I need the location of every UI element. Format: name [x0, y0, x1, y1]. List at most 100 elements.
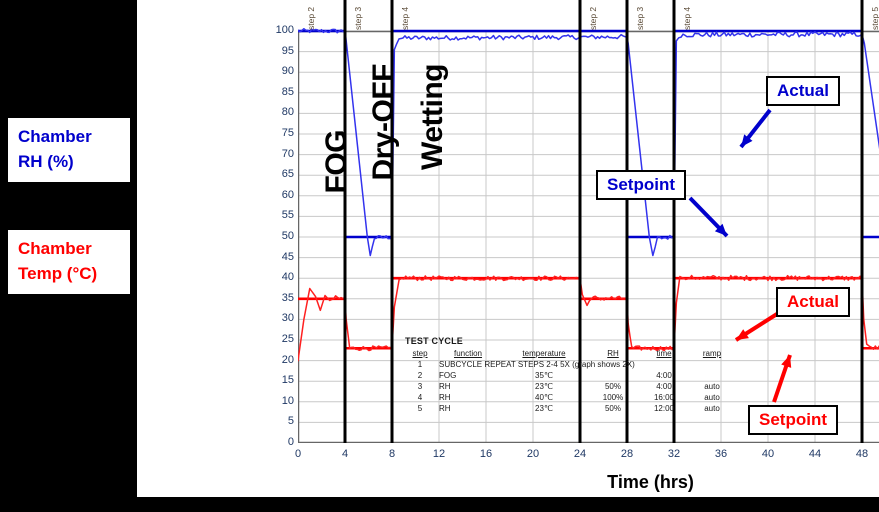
- cell-temperature: 40℃: [535, 393, 553, 402]
- x-tick-label: 4: [341, 448, 349, 460]
- cell-subcycle-note: SUBCYCLE REPEAT STEPS 2-4 5X (graph show…: [439, 360, 635, 369]
- y-tick-label: 20: [281, 353, 294, 366]
- x-tick-label: 12: [432, 448, 446, 460]
- legend-chamber-rh: Chamber RH (%): [8, 118, 130, 182]
- callout-blue-setpoint: Setpoint: [596, 170, 686, 200]
- y-tick-label: 30: [281, 312, 294, 325]
- cell-step: 1: [417, 360, 423, 369]
- x-tick-label: 24: [573, 448, 587, 460]
- cell-function: RH: [439, 393, 451, 402]
- cell-function: RH: [439, 404, 451, 413]
- test-cycle-row: 5 RH 23℃ 50% 12:00 auto: [405, 403, 735, 414]
- x-tick-label: 48: [855, 448, 869, 460]
- y-tick-label: 55: [281, 209, 294, 222]
- cell-rh: 50%: [604, 404, 621, 413]
- y-tick-label: 80: [281, 106, 294, 119]
- cell-temperature: 35℃: [535, 371, 553, 380]
- cell-temperature: 23℃: [535, 382, 553, 391]
- y-tick-label: 75: [281, 127, 294, 139]
- step-marker-label: step 2: [306, 6, 316, 30]
- test-cycle-title: TEST CYCLE: [405, 336, 464, 346]
- legend-chamber-temp-line2: Temp (°C): [18, 264, 98, 283]
- y-tick-label: 0: [287, 436, 294, 448]
- th-temperature: temperature: [522, 349, 566, 358]
- test-cycle-row: 2 FOG 35℃ 4:00: [405, 370, 735, 381]
- cell-rh: 100%: [602, 393, 624, 402]
- cell-temperature: 23℃: [535, 404, 553, 413]
- x-tick-label: 8: [388, 448, 396, 460]
- th-rh: RH: [607, 349, 619, 358]
- legend-chamber-temp: Chamber Temp (°C): [8, 230, 130, 294]
- x-axis-ticks: 04812162024283236404448525660: [137, 448, 879, 470]
- y-tick-label: 5: [287, 415, 294, 428]
- phase-label: Wetting: [415, 63, 449, 170]
- y-tick-label: 100: [275, 24, 294, 36]
- callout-red-actual: Actual: [776, 287, 850, 317]
- y-tick-label: 15: [281, 374, 294, 387]
- y-tick-label: 70: [281, 147, 294, 160]
- cell-rh: 50%: [604, 382, 621, 391]
- screenshot-root: Chamber RH (%) Chamber Temp (°C) 0 5 10 15 2…: [0, 0, 879, 512]
- y-tick-label: 45: [281, 250, 294, 263]
- y-axis-ticks: 0 5 10 15 20 25 30 35 40 45 50 55 60 65 70 75 80 85 90 95 10…: [266, 0, 294, 497]
- phase-label: FOG: [320, 129, 354, 194]
- cell-function: RH: [439, 382, 451, 391]
- step-marker-label: step 3: [353, 6, 363, 30]
- y-tick-label: 35: [281, 291, 294, 304]
- y-tick-label: 90: [281, 65, 294, 78]
- th-step: step: [412, 349, 428, 358]
- cell-step: 4: [417, 393, 423, 402]
- cell-time: 4:00: [656, 371, 672, 380]
- legend-chamber-rh-line2: RH (%): [18, 152, 74, 171]
- legend-chamber-temp-line1: Chamber: [18, 239, 92, 259]
- test-cycle-table: TEST CYCLE step function temperature RH …: [405, 336, 735, 414]
- cell-ramp: auto: [704, 393, 720, 402]
- y-tick-label: 25: [281, 333, 294, 345]
- cell-time: 12:00: [653, 404, 675, 413]
- x-tick-label: 0: [294, 448, 302, 460]
- cell-rh: [587, 370, 639, 381]
- cell-ramp: auto: [704, 404, 720, 413]
- y-tick-label: 65: [281, 168, 294, 181]
- x-tick-label: 40: [761, 448, 775, 460]
- phase-label: Dry-OFF: [367, 63, 401, 181]
- cell-step: 2: [417, 371, 423, 380]
- y-tick-label: 85: [281, 85, 294, 98]
- cell-time: 16:00: [653, 393, 675, 402]
- step-marker-label: step 5: [870, 6, 879, 30]
- test-cycle-row: 3 RH 23℃ 50% 4:00 auto: [405, 381, 735, 392]
- y-tick-label: 40: [281, 271, 294, 284]
- step-marker-label: step 4: [400, 6, 410, 30]
- step-marker-label: step 3: [635, 6, 645, 30]
- callout-blue-actual: Actual: [766, 76, 840, 106]
- y-tick-label: 50: [281, 230, 294, 242]
- x-tick-label: 32: [667, 448, 681, 460]
- y-tick-label: 10: [281, 394, 294, 407]
- test-cycle-row: 4 RH 40℃ 100% 16:00 auto: [405, 392, 735, 403]
- cell-ramp: [689, 370, 735, 381]
- cell-function: FOG: [439, 371, 457, 380]
- x-tick-label: 16: [479, 448, 493, 460]
- test-cycle-body: 1 SUBCYCLE REPEAT STEPS 2-4 5X (graph sho…: [405, 359, 735, 414]
- th-function: function: [453, 349, 483, 358]
- test-cycle-header-row: step function temperature RH time ramp: [405, 349, 735, 359]
- legend-chamber-rh-line1: Chamber: [18, 127, 92, 147]
- cell-step: 3: [417, 382, 423, 391]
- test-cycle-row: 1 SUBCYCLE REPEAT STEPS 2-4 5X (graph sho…: [405, 359, 735, 370]
- test-cycle-grid: step function temperature RH time ramp 1…: [405, 349, 735, 414]
- x-tick-label: 36: [714, 448, 728, 460]
- y-tick-label: 60: [281, 188, 294, 201]
- step-marker-label: step 2: [588, 6, 598, 30]
- th-ramp: ramp: [702, 349, 722, 358]
- x-tick-label: 20: [526, 448, 540, 460]
- cell-time: 4:00: [656, 382, 672, 391]
- callout-red-setpoint: Setpoint: [748, 405, 838, 435]
- x-tick-label: 28: [620, 448, 634, 460]
- step-marker-label: step 4: [682, 6, 692, 30]
- cell-ramp: auto: [704, 382, 720, 391]
- x-tick-label: 44: [808, 448, 822, 460]
- cell-step: 5: [417, 404, 423, 413]
- y-tick-label: 95: [281, 44, 294, 57]
- th-time: time: [656, 349, 672, 358]
- x-axis-title: Time (hrs): [607, 472, 694, 492]
